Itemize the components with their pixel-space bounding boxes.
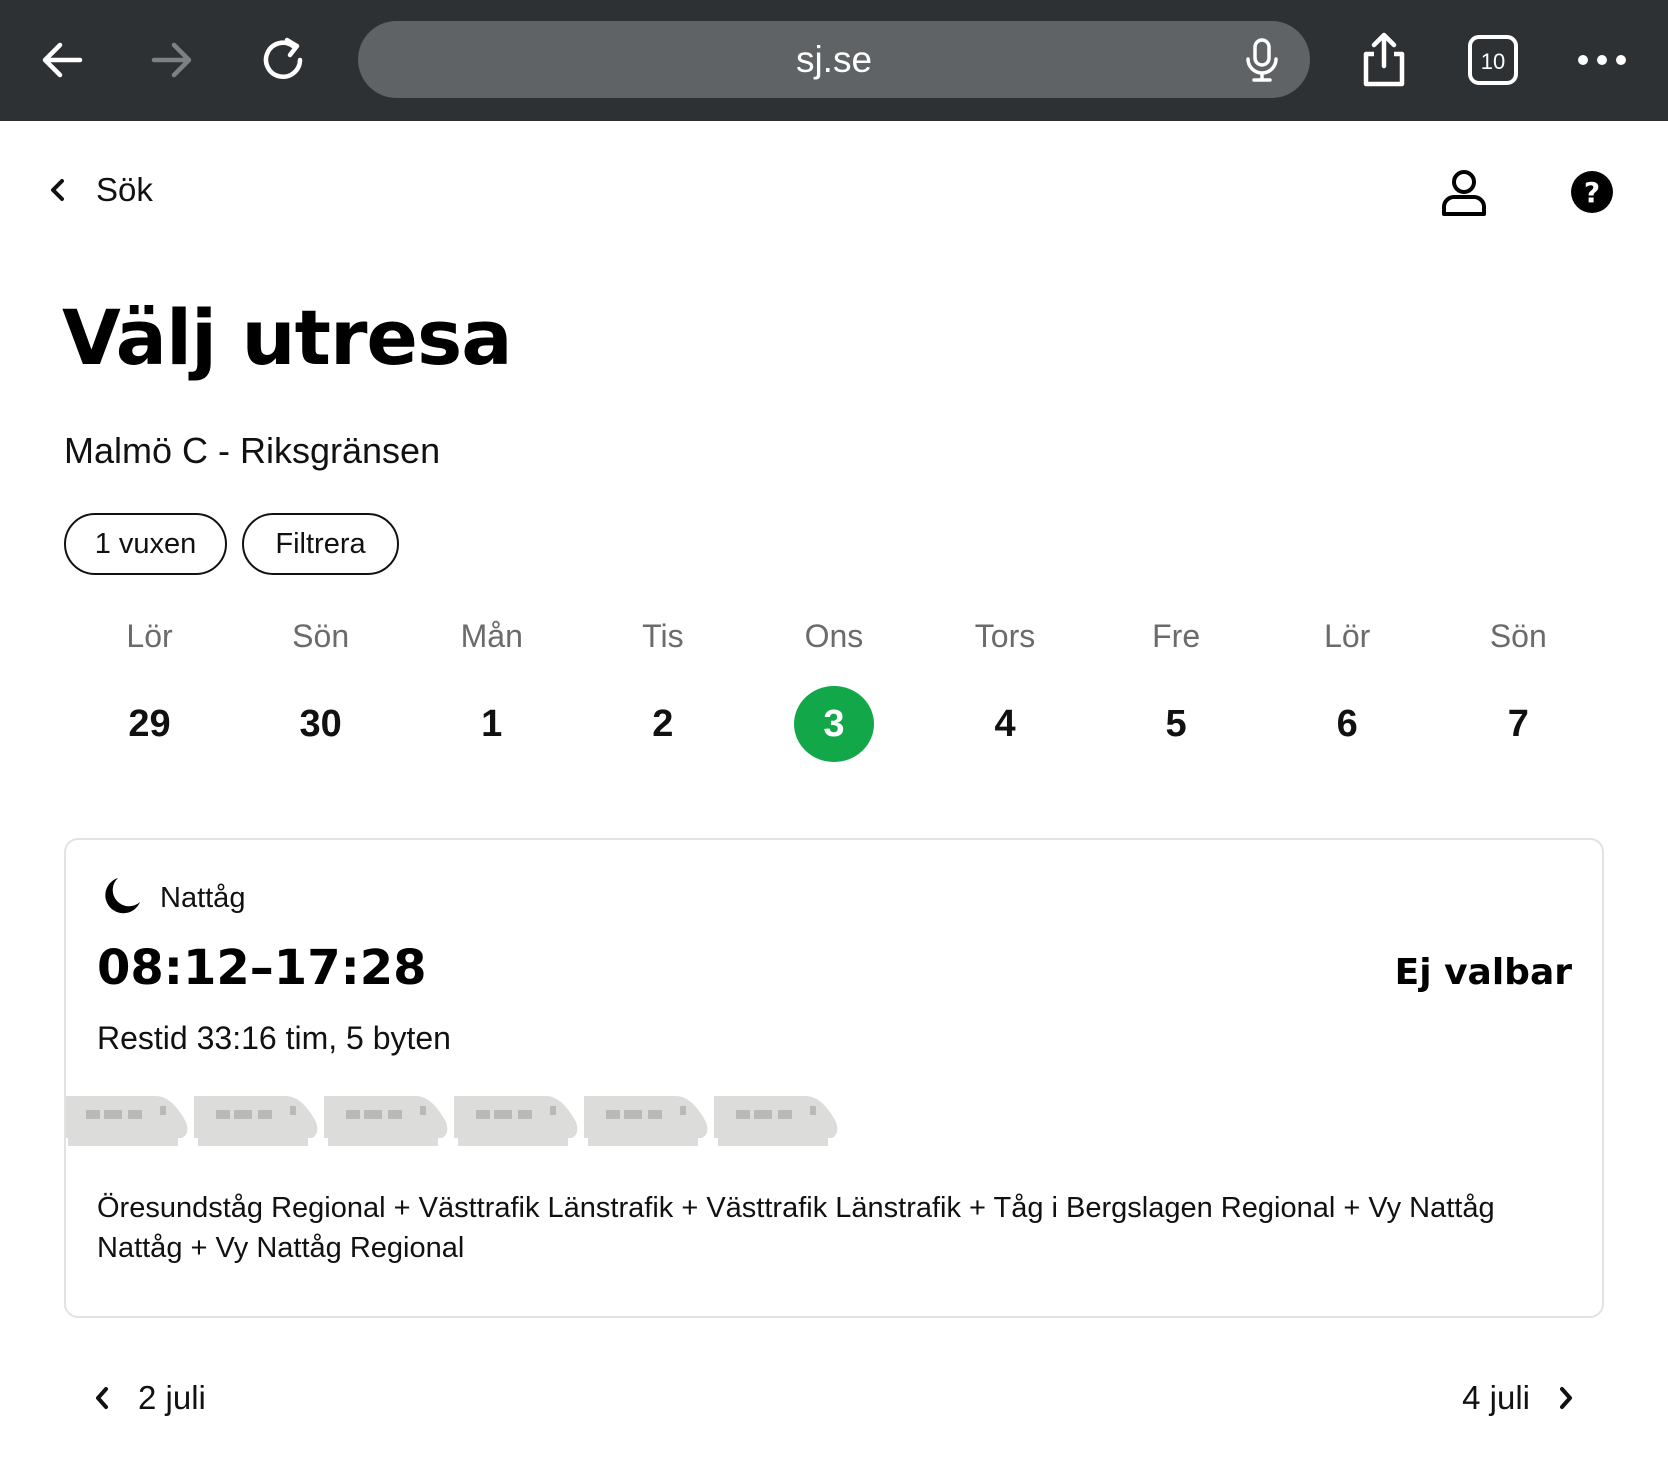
date-number: 6 xyxy=(1336,702,1358,745)
svg-text:?: ? xyxy=(1584,176,1600,209)
next-day-link[interactable]: 4 juli xyxy=(1462,1373,1576,1423)
page-title: Välj utresa xyxy=(62,293,512,382)
date-weekday: Lör xyxy=(126,618,173,654)
trip-duration: Restid 33:16 tim, 5 byten xyxy=(97,1020,451,1056)
date-option[interactable]: Fre 5 xyxy=(1091,612,1262,762)
browser-forward-icon[interactable] xyxy=(140,28,204,92)
train-cars-illustration xyxy=(66,1096,838,1146)
next-day-label: 4 juli xyxy=(1462,1379,1530,1416)
date-weekday: Fre xyxy=(1152,618,1201,654)
date-selector: Lör 29 Sön 30 Mån 1 Tis 2 Ons 3 Tors 4 Fre 5 Lö… xyxy=(64,612,1604,762)
train-type-label: Nattåg xyxy=(160,882,246,914)
back-label: Sök xyxy=(96,171,153,208)
date-number: 2 xyxy=(652,702,674,745)
date-option[interactable]: Mån 1 xyxy=(406,612,577,762)
date-weekday: Sön xyxy=(292,618,350,654)
tab-count: 10 xyxy=(1481,49,1505,74)
more-options-icon[interactable] xyxy=(1570,28,1634,92)
url-text: sj.se xyxy=(795,38,873,80)
passengers-button[interactable]: 1 vuxen xyxy=(64,513,227,575)
train-car-icon xyxy=(714,1096,838,1146)
trip-card[interactable]: Nattåg 08:12–17:28 Ej valbar Restid 33:1… xyxy=(64,838,1604,1318)
train-car-icon xyxy=(324,1096,448,1146)
operator-list: Öresundståg Regional + Västtrafik Länstr… xyxy=(97,1192,1495,1264)
date-option[interactable]: Lör 6 xyxy=(1262,612,1433,762)
date-number: 1 xyxy=(481,702,503,745)
date-option[interactable]: Sön 30 xyxy=(235,612,406,762)
browser-toolbar: sj.se 10 xyxy=(0,0,1668,121)
browser-back-icon[interactable] xyxy=(30,28,94,92)
back-to-search-link[interactable]: Sök xyxy=(46,162,153,218)
train-car-icon xyxy=(194,1096,318,1146)
share-icon[interactable] xyxy=(1352,28,1416,92)
date-number: 7 xyxy=(1507,702,1529,745)
date-weekday: Tors xyxy=(974,618,1036,654)
date-option[interactable]: Sön 7 xyxy=(1433,612,1604,762)
help-icon[interactable]: ? xyxy=(1570,170,1614,214)
moon-icon xyxy=(105,878,140,914)
user-account-icon[interactable] xyxy=(1438,167,1490,219)
date-weekday: Sön xyxy=(1489,618,1547,654)
date-weekday: Lör xyxy=(1324,618,1371,654)
date-option[interactable]: Tors 4 xyxy=(919,612,1090,762)
chevron-right-icon xyxy=(1560,1387,1572,1409)
chevron-left-icon xyxy=(51,179,64,201)
chevron-left-icon xyxy=(96,1387,108,1409)
date-number: 30 xyxy=(299,702,342,745)
train-car-icon xyxy=(66,1096,188,1146)
date-weekday: Tis xyxy=(642,618,684,654)
address-bar[interactable]: sj.se xyxy=(358,21,1310,98)
train-car-icon xyxy=(584,1096,708,1146)
date-number: 29 xyxy=(128,702,171,745)
route-text: Malmö C - Riksgränsen xyxy=(64,430,441,471)
trip-time: 08:12–17:28 xyxy=(97,940,427,996)
date-option-selected[interactable]: Ons 3 xyxy=(748,612,919,762)
filter-button[interactable]: Filtrera xyxy=(242,513,399,575)
date-option[interactable]: Tis 2 xyxy=(577,612,748,762)
tabs-icon[interactable]: 10 xyxy=(1461,28,1525,92)
trip-status: Ej valbar xyxy=(1394,952,1572,993)
reload-icon[interactable] xyxy=(252,28,316,92)
microphone-icon[interactable] xyxy=(1240,37,1284,83)
previous-day-link[interactable]: 2 juli xyxy=(92,1373,206,1423)
date-option[interactable]: Lör 29 xyxy=(64,612,235,762)
previous-day-label: 2 juli xyxy=(138,1379,206,1416)
date-weekday: Ons xyxy=(804,618,864,654)
train-car-icon xyxy=(454,1096,578,1146)
date-weekday: Mån xyxy=(460,618,523,654)
date-number: 3 xyxy=(793,686,874,762)
date-number: 4 xyxy=(994,702,1016,745)
date-number: 5 xyxy=(1165,702,1187,745)
